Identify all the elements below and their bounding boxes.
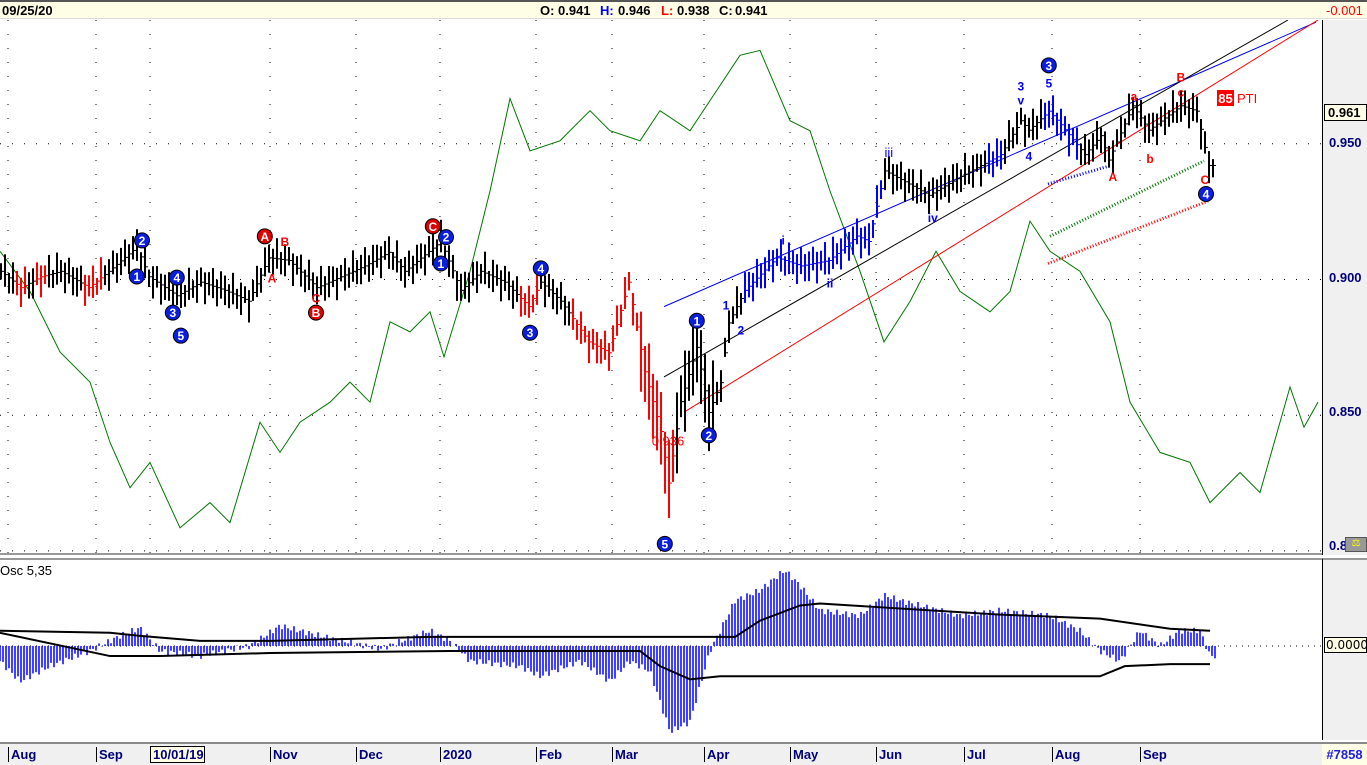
wave-label: 3 (1017, 79, 1024, 93)
wave-label: B (1176, 70, 1185, 84)
wave-label: 4 (537, 262, 544, 276)
open-value: 0.941 (558, 3, 591, 18)
current-price-box: 0.961 (1324, 104, 1367, 121)
scale-icon[interactable]: ⚖ (1345, 537, 1367, 552)
close-value: 0.941 (735, 3, 768, 18)
wave-label: A (268, 272, 277, 286)
projection-curve-green (1049, 159, 1205, 238)
wave-label: A (260, 230, 269, 244)
wave-label: a (1131, 89, 1138, 103)
date-label: Jul (964, 747, 986, 762)
wave-label: 5 (1045, 76, 1052, 90)
wave-label: 2 (139, 234, 146, 248)
date-label: Jun (876, 747, 902, 762)
wave-label: 1 (693, 314, 700, 328)
channel-line-black (663, 20, 1289, 378)
price-axis[interactable]: 0.961 0.950 0.900 0.850 0.8 ⚖ (1322, 20, 1367, 555)
wave-label: C (312, 292, 321, 306)
date-label: 2020 (440, 747, 472, 762)
wave-label: B (280, 235, 289, 249)
low-value: 0.938 (677, 3, 710, 18)
record-number: #7858 (1322, 742, 1367, 765)
channel-line-red (683, 20, 1319, 413)
wave-label: 5 (177, 329, 184, 343)
date-label: May (790, 747, 818, 762)
wave-label: C (428, 220, 437, 234)
close-label: C: (719, 3, 733, 18)
wave-label: 2 (737, 324, 744, 338)
wave-label: 2 (443, 231, 450, 245)
wave-label: C (1200, 173, 1209, 187)
date-label: Sep (96, 747, 123, 762)
wave-label: i (782, 233, 785, 247)
wave-label: 1 (133, 270, 140, 284)
date-label: Sep (1140, 747, 1167, 762)
wave-label: iii (884, 145, 893, 160)
tick-0900: 0.900 (1329, 270, 1362, 285)
price-chart[interactable]: 21 43521 4312534ABCBACabABcC0.93612iiiiiii… (0, 20, 1322, 555)
wave-label: 1 (437, 257, 444, 271)
wave-label: 2 (705, 429, 712, 443)
wave-label: 0.936 (652, 433, 685, 448)
change-value: -0.001 (1326, 3, 1363, 18)
wave-label: 3 (1045, 59, 1052, 73)
pti-value: 85 (1218, 91, 1232, 106)
high-value: 0.946 (618, 3, 651, 18)
projection-curve-blue (1047, 164, 1111, 186)
date-label: Aug (8, 747, 36, 762)
date-axis[interactable]: Aug Sep 10/01/19 Nov Dec 2020 Feb Mar Apr May Jun J… (0, 742, 1322, 765)
date-label: Feb (536, 747, 562, 762)
wave-label: 1 (723, 299, 730, 313)
date-label: Apr (704, 747, 729, 762)
osc-title: Osc 5,35 (0, 563, 53, 578)
wave-label: 4 (1025, 150, 1032, 164)
date-label: Dec (356, 747, 383, 762)
osc-axis[interactable]: 0.0000 (1322, 558, 1367, 740)
date-label: 10/01/19 (150, 746, 205, 763)
wave-label: 3 (169, 306, 176, 320)
wave-label: 4 (173, 271, 180, 285)
low-label: L: (661, 3, 674, 18)
wave-label: 4 (1203, 187, 1210, 201)
wave-label: 3 (527, 326, 534, 340)
wave-label: b (1146, 152, 1153, 166)
projection-curve-red (1047, 199, 1209, 265)
tick-0950: 0.950 (1329, 135, 1362, 150)
wave-label: B (312, 306, 321, 320)
wave-label: v (1017, 94, 1024, 108)
wave-label: iv (928, 211, 938, 225)
bar-date: 09/25/20 (2, 3, 53, 18)
wave-label: 5 (661, 537, 668, 551)
quote-header: 09/25/20 O: 0.941 H: 0.946 L: 0.938 C: 0… (0, 0, 1367, 19)
osc-zero-label: 0.0000 (1324, 637, 1367, 653)
high-label: H: (600, 3, 614, 18)
pti-label: PTI (1237, 91, 1257, 106)
oscillator-panel[interactable] (0, 558, 1322, 740)
tick-0850: 0.850 (1329, 404, 1362, 419)
date-label: Aug (1052, 747, 1080, 762)
wave-label: c (1177, 85, 1184, 99)
wave-label: A (1108, 170, 1117, 184)
date-label: Nov (270, 747, 298, 762)
wave-label: ii (827, 276, 834, 290)
date-label: Mar (612, 747, 638, 762)
open-label: O: (540, 3, 555, 18)
